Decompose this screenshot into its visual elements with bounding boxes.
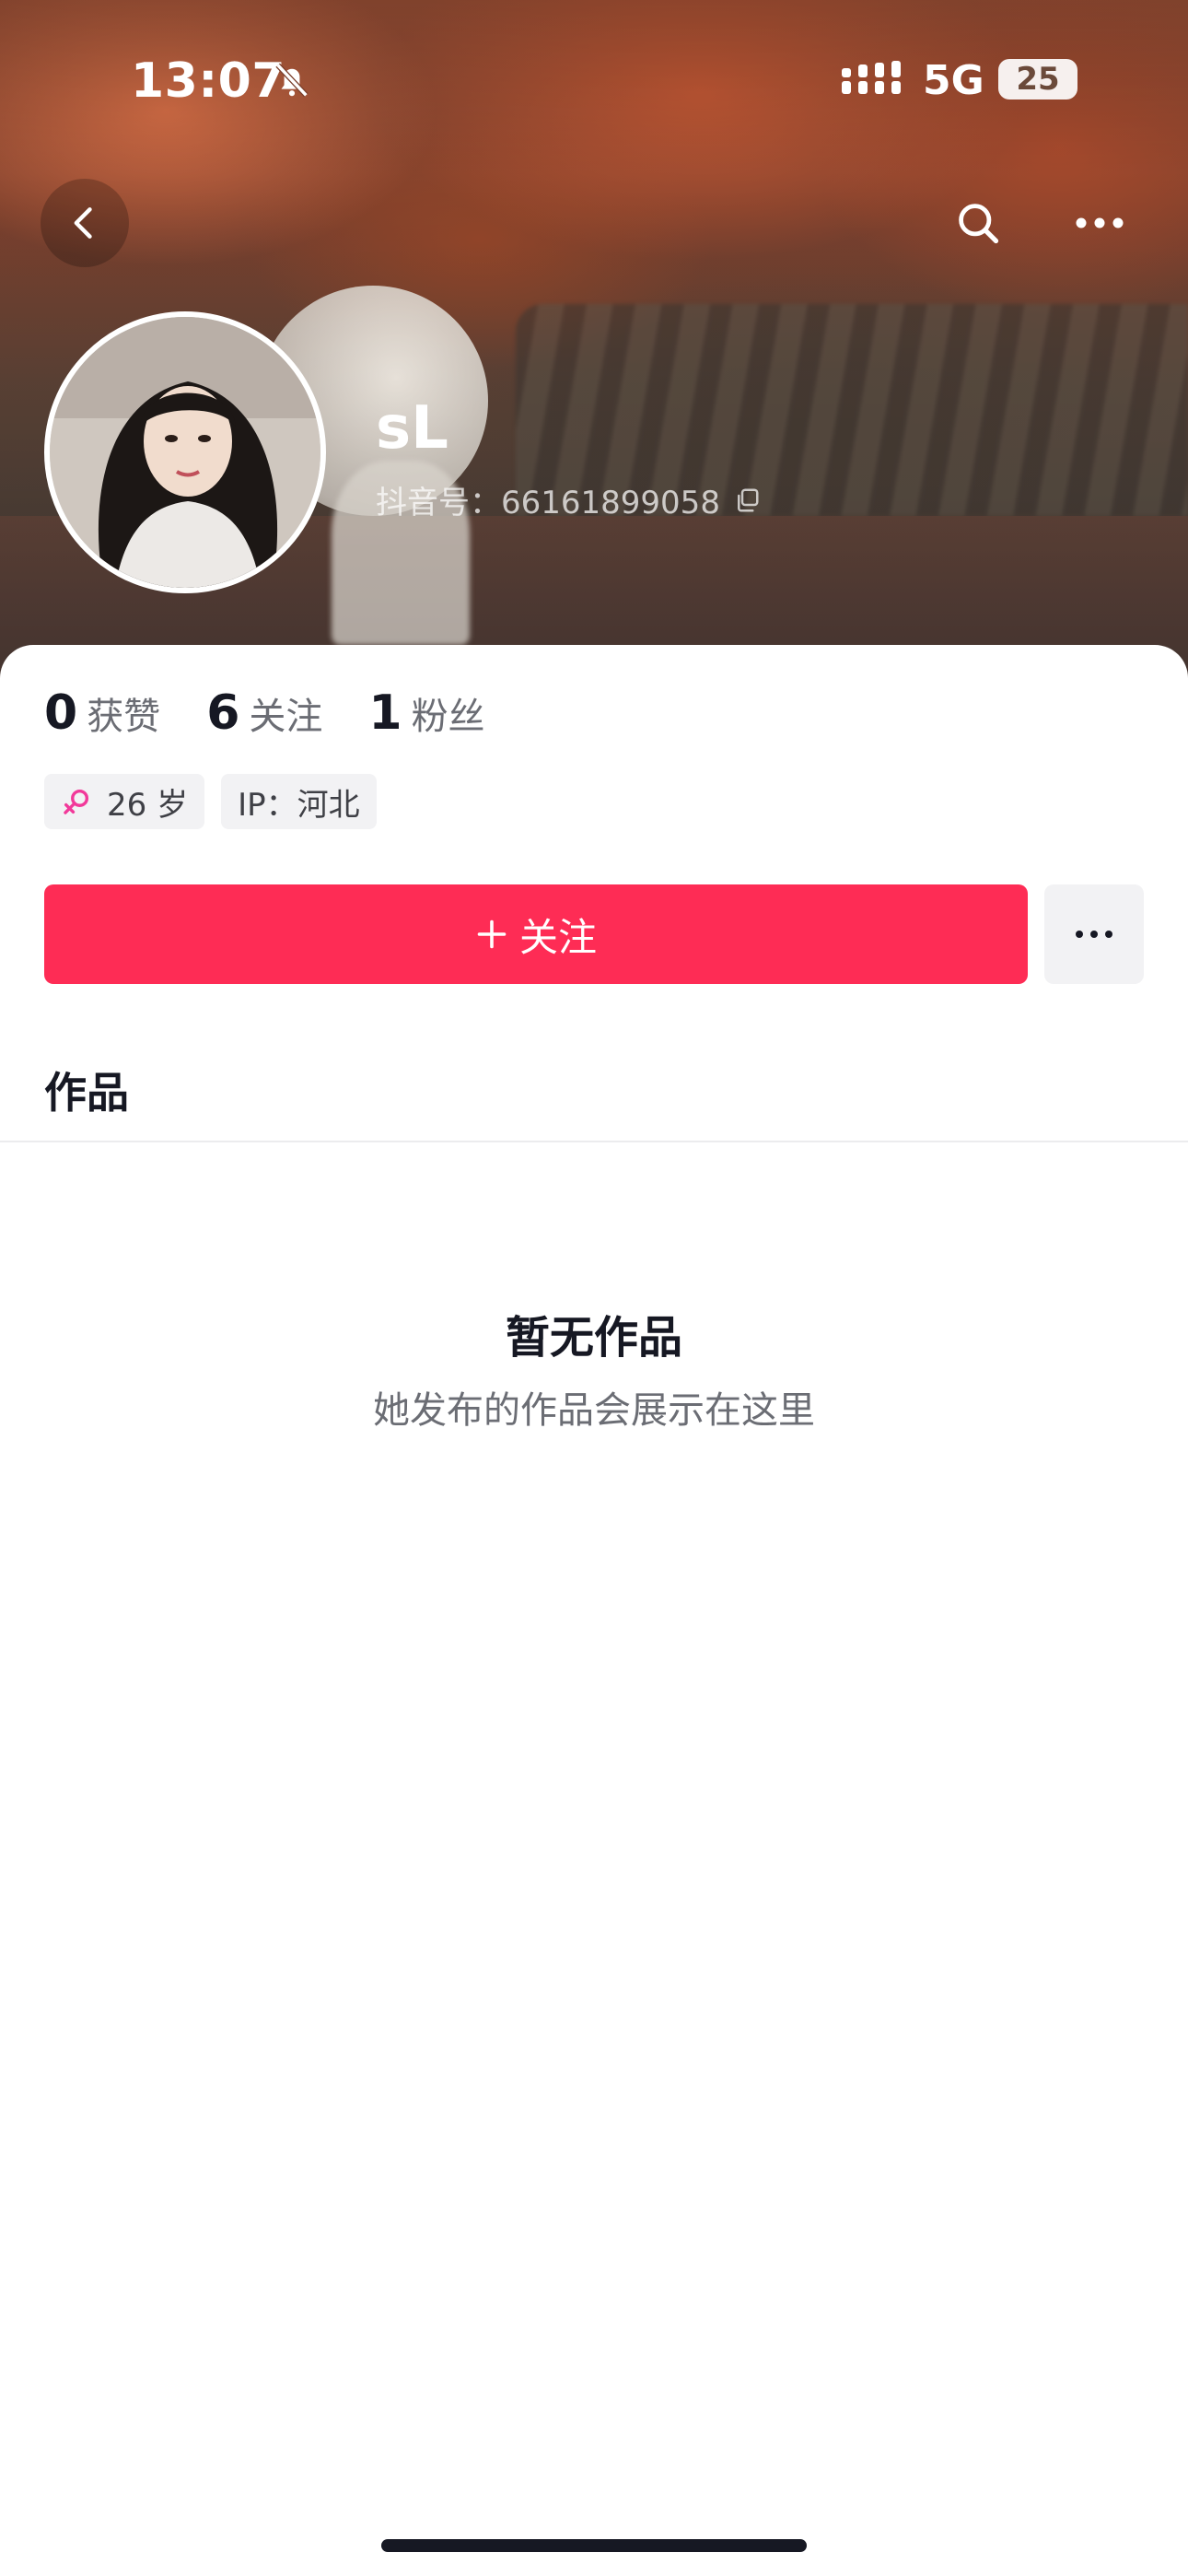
stat-followers-value: 1 [368,685,402,741]
empty-state-title: 暂无作品 [505,1312,682,1364]
stat-following-label: 关注 [249,696,323,738]
home-indicator[interactable] [381,2539,807,2552]
ip-tag: IP：河北 [221,774,377,829]
more-icon [1076,217,1124,228]
female-icon [64,789,89,814]
battery-indicator: 25 [998,59,1077,100]
stats-row: 0 获赞 6 关注 1 粉丝 [44,685,531,741]
follow-button[interactable]: 关注 [44,884,1028,984]
profile-tags: 26 岁 IP：河北 [44,774,393,829]
follow-label: 关注 [518,914,597,960]
stat-followers-label: 粉丝 [411,696,485,738]
copy-icon[interactable] [733,486,761,514]
age-tag: 26 岁 [44,774,205,829]
more-options-button[interactable] [1055,179,1144,267]
profile-page: 13:07 5G 25 sL 抖音号：66161899058 0 获赞 6 关注… [0,0,1188,2576]
stat-likes-value: 0 [44,685,78,741]
network-label: 5G [923,57,984,104]
avatar[interactable] [44,311,326,593]
search-icon [959,204,999,244]
back-icon [74,207,92,239]
stat-following[interactable]: 6 关注 [206,685,322,741]
display-name: sL [376,394,448,463]
stat-likes[interactable]: 0 获赞 [44,685,160,741]
douyin-id-text: 抖音号：66161899058 [376,485,720,521]
battery-level: 25 [1016,61,1060,98]
back-button[interactable] [41,179,129,267]
douyin-id[interactable]: 抖音号：66161899058 [376,477,761,522]
works-tab[interactable]: 作品 [44,1060,129,1120]
more-dots-icon [1076,931,1112,938]
stat-following-value: 6 [206,685,240,741]
plus-icon [477,919,507,949]
ip-text: IP：河北 [238,786,360,824]
stat-likes-label: 获赞 [87,696,161,738]
empty-state-subtitle: 她发布的作品会展示在这里 [373,1389,815,1432]
signal-icon [842,61,901,94]
section-divider [0,1141,1188,1142]
more-actions-button[interactable] [1044,884,1144,984]
stat-followers[interactable]: 1 粉丝 [368,685,484,741]
bell-off-icon [275,63,309,98]
search-button[interactable] [934,179,1022,267]
status-time: 13:07 [131,53,286,109]
age-text: 26 岁 [107,786,189,824]
avatar-photo [50,317,320,588]
